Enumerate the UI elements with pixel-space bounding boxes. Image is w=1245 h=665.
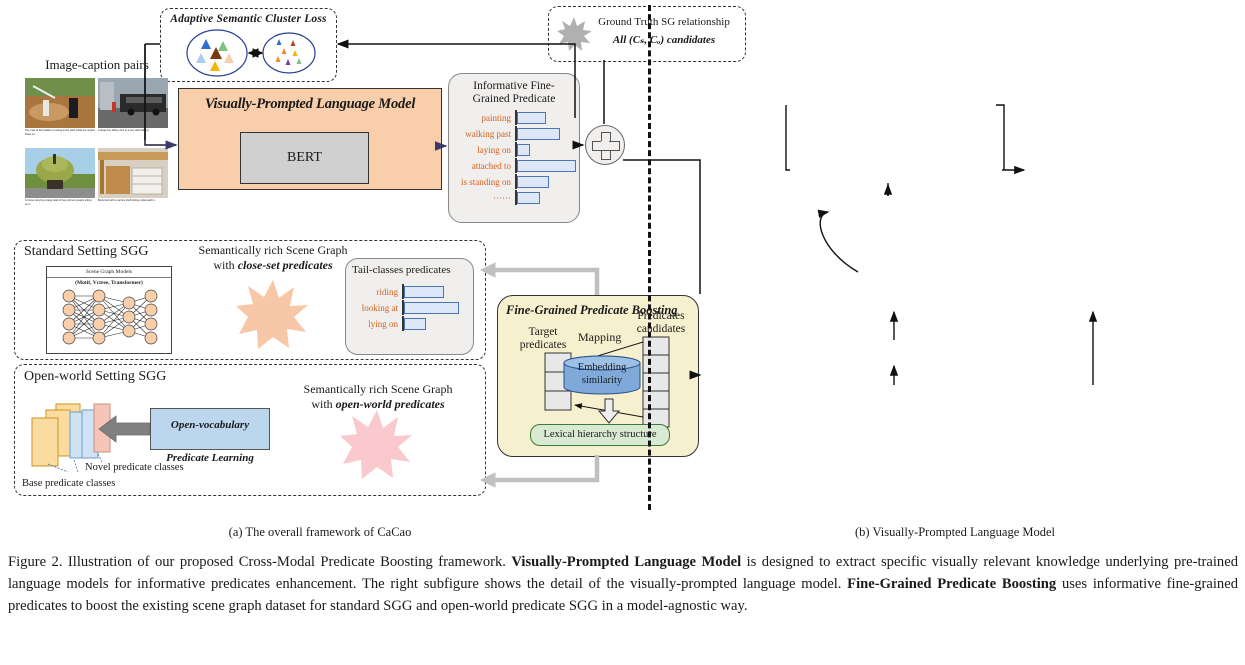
bert-box: BERT — [240, 132, 369, 184]
predicate-bar-label: is standing on — [460, 176, 511, 187]
predicate-bar — [516, 111, 547, 124]
thumbnail-horse-hay — [25, 148, 95, 198]
tail-classes-predicates-box: Tail-classes predicates riding looking at… — [345, 258, 474, 355]
predicate-bar-label: ······ — [493, 192, 511, 203]
sum-node-icon — [585, 125, 625, 165]
predicate-bar — [516, 127, 561, 140]
tail-title: Tail-classes predicates — [352, 264, 451, 276]
panel-a-overall-framework: Adaptive Semantic Cluster Loss Image-cap… — [0, 0, 746, 515]
informative-fine-grained-predicate-box-a: Informative Fine- Grained Predicate pain… — [448, 73, 580, 223]
rich1-l2: close-set predicates — [237, 258, 333, 272]
arrow-left-gray-icon — [98, 415, 150, 443]
rich2-l1: Semantically rich Scene Graph — [303, 382, 453, 396]
predicate-bar-label: laying on — [477, 144, 511, 155]
open-vocabulary-predicate-learning-box: Open-vocabulary Predicate Learning — [150, 408, 270, 464]
image-caption-pair-4: Bunk bed with a narrow shelf sitting und… — [98, 148, 168, 215]
image-caption-pair-3: A horse carrying a large load of hay and… — [25, 148, 95, 215]
predicate-bar-label: looking at — [361, 302, 398, 313]
predicate-bar-row: walking past — [449, 126, 579, 142]
predicate-bar-label: riding — [376, 286, 399, 297]
embedding-similarity-cylinder: Embedding similarity — [563, 355, 641, 395]
open-world-setting-title: Open-world Setting SGG — [24, 369, 167, 384]
sg-models-sub: (Motif, Vctree, Transformer) — [75, 280, 143, 286]
caption-1: The man at bat readies to swing at the p… — [25, 129, 95, 136]
emb-l2: similarity — [581, 374, 623, 386]
predicate-bar-row: attached to — [449, 158, 579, 174]
predicate-bar — [516, 175, 550, 188]
ovpl-l2: Predicate Learning — [166, 451, 254, 464]
thumbnail-baseball — [25, 78, 95, 128]
image-caption-pair-1: The man at bat readies to swing at the p… — [25, 78, 95, 145]
caption-2: A large bus sitting next to a very tall … — [98, 129, 150, 132]
rich1-l1: Semantically rich Scene Graph — [198, 243, 348, 257]
predicate-bar-row: ······ — [449, 190, 579, 206]
rich2-l2: open-world predicates — [335, 397, 445, 411]
bert-label: BERT — [287, 150, 322, 165]
ifg-title-a-l1: Informative Fine- — [473, 80, 555, 92]
panel-b-visually-prompted-lm: Frozen module Prompt-tuning module Visua… — [655, 0, 1245, 515]
caption-text: Figure 2. Illustration of our proposed C… — [8, 554, 512, 570]
predicate-bar-row: lying on — [346, 316, 473, 331]
base-predicate-classes-label: Base predicate classes — [22, 478, 116, 489]
image-caption-pair-2: A large bus sitting next to a very tall … — [98, 78, 168, 145]
thumbnail-bunk-bed — [98, 148, 168, 198]
embedding-similarity-label: Embedding similarity — [563, 362, 641, 387]
ovpl-l1: Open-vocabulary — [170, 419, 250, 431]
image-caption-pairs-grid: The man at bat readies to swing at the p… — [25, 78, 168, 214]
semantically-rich-open-world-label: Semantically rich Scene Graph with open-… — [303, 382, 453, 411]
caption-bold-term: Fine-Grained Predicate Boosting — [847, 575, 1057, 592]
predicate-bar — [516, 159, 577, 172]
predicate-bar — [403, 285, 444, 298]
predicate-bar-row: painting — [449, 110, 579, 126]
predicate-bar — [516, 143, 530, 156]
adaptive-semantic-cluster-loss-box-a: Adaptive Semantic Cluster Loss — [160, 8, 337, 82]
caption-4: Bunk bed with a narrow shelf sitting und… — [98, 199, 156, 202]
subfigure-a-caption: (a) The overall framework of CaCao — [228, 525, 412, 539]
thumbnail-bus — [98, 78, 168, 128]
sg-models-header: Scene Graph Models — [47, 267, 171, 278]
predicate-bar-label: walking past — [465, 128, 511, 139]
burst-icon-pink — [340, 410, 412, 479]
subfigure-b-caption: (b) Visually-Prompted Language Model — [854, 525, 1056, 539]
image-caption-pairs-title: Image-caption pairs — [45, 57, 149, 72]
predicate-bar — [403, 301, 459, 314]
predicate-bar-label: painting — [481, 112, 512, 123]
burst-icon-peach-1 — [236, 280, 308, 349]
figure-caption: Figure 2. Illustration of our proposed C… — [8, 552, 1238, 618]
semantically-rich-close-set-label: Semantically rich Scene Graph with close… — [198, 243, 348, 272]
standard-setting-title: Standard Setting SGG — [24, 244, 149, 259]
tail-bar-chart: riding looking at lying on — [346, 284, 473, 331]
emb-l1: Embedding — [577, 362, 627, 373]
predicate-bar-label: attached to — [471, 160, 511, 171]
predicate-bar-row: laying on — [449, 142, 579, 158]
panel-divider — [648, 5, 651, 510]
predicate-bar — [403, 317, 426, 330]
neural-net-diagram — [62, 289, 158, 345]
caption-bold-term: Visually-Prompted Language Model — [511, 554, 742, 570]
vplm-title-a: Visually-Prompted Language Model — [204, 96, 416, 112]
burst-icon-gray — [557, 17, 591, 51]
predicate-bar-label: lying on — [368, 318, 398, 329]
predicate-bar-chart-a: painting walking past laying on attached to… — [449, 110, 579, 206]
ifg-title-a-l2: Grained Predicate — [472, 93, 556, 106]
cluster-diagram-a — [186, 29, 316, 77]
predicate-bar-row: is standing on — [449, 174, 579, 190]
scene-graph-models-box: Scene Graph Models (Motif, Vctree, Trans… — [46, 266, 172, 354]
ascl-title-a: Adaptive Semantic Cluster Loss — [170, 13, 327, 25]
predicate-bar-row: looking at — [346, 300, 473, 315]
predicate-bar — [516, 191, 540, 204]
caption-3: A horse carrying a large load of hay and… — [25, 199, 92, 206]
predicate-bar-row: riding — [346, 284, 473, 299]
